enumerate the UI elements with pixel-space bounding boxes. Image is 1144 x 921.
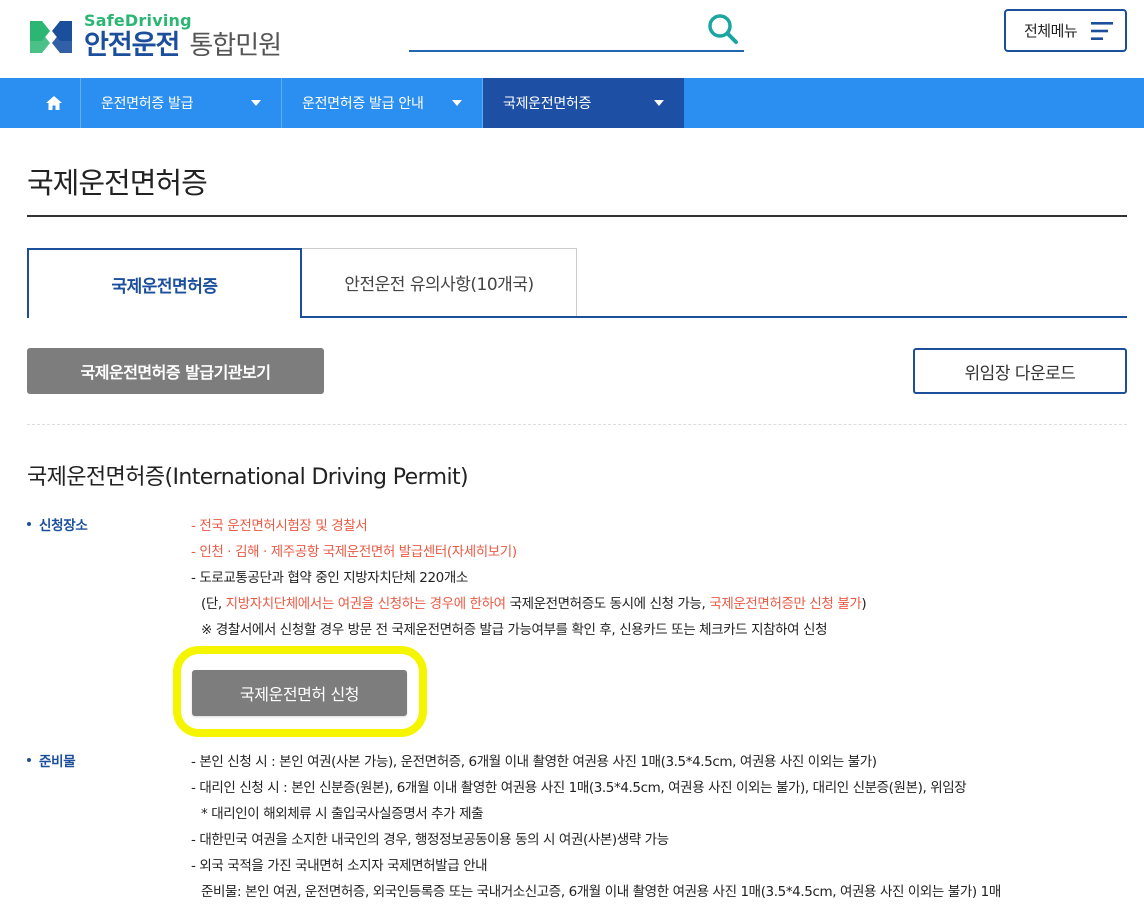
site-header: SafeDriving 안전운전 통합민원 전체메뉴 xyxy=(0,0,1144,78)
nav-item-label: 운전면허증 발급 xyxy=(101,96,194,112)
all-menu-label: 전체메뉴 xyxy=(1024,22,1078,40)
nav-home[interactable] xyxy=(27,78,81,128)
apply-line-2-link[interactable]: - 인천 · 김해 · 제주공항 국제운전면허 발급센터(자세히보기) xyxy=(191,540,517,560)
site-logo[interactable]: SafeDriving 안전운전 통합민원 xyxy=(26,8,282,64)
prep-line: * 대리인이 해외체류 시 출입국사실증명서 추가 제출 xyxy=(201,806,484,822)
search-input[interactable] xyxy=(409,18,699,48)
all-menu-button[interactable]: 전체메뉴 xyxy=(1004,9,1127,52)
apply-line-1: - 전국 운전면허시험장 및 경찰서 xyxy=(191,518,368,534)
nav-item-international-license[interactable]: 국제운전면허증 xyxy=(483,78,684,128)
caret-down-icon xyxy=(654,100,664,106)
apply-line-4: (단, 지방자치단체에서는 여권을 신청하는 경우에 한하여 국제운전면허증도 … xyxy=(201,596,867,612)
apply-place-label: 신청장소 xyxy=(27,514,88,534)
home-icon xyxy=(45,96,62,110)
apply-line-5-note: ※ 경찰서에서 신청할 경우 방문 전 국제운전면허증 발급 가능여부를 확인 … xyxy=(201,622,828,638)
title-divider xyxy=(27,215,1127,217)
bullet-icon xyxy=(27,758,31,762)
page-title: 국제운전면허증 xyxy=(27,166,208,200)
nav-item-license-guide[interactable]: 운전면허증 발급 안내 xyxy=(282,78,483,128)
logo-korean-text: 안전운전 xyxy=(84,30,180,61)
tab-safe-driving-notes[interactable]: 안전운전 유의사항(10개국) xyxy=(301,248,577,316)
prep-line: 준비물: 본인 여권, 운전면허증, 외국인등록증 또는 국내거소신고증, 6개… xyxy=(201,884,1001,900)
nav-item-label: 국제운전면허증 xyxy=(503,96,592,112)
prep-line: - 본인 신청 시 : 본인 여권(사본 가능), 운전면허증, 6개월 이내 … xyxy=(191,754,877,770)
search-icon[interactable] xyxy=(706,12,740,46)
power-of-attorney-download-button[interactable]: 위임장 다운로드 xyxy=(913,348,1127,394)
section-title: 국제운전면허증(International Driving Permit) xyxy=(27,465,469,490)
apply-line-3: - 도로교통공단과 협약 중인 지방자치단체 220개소 xyxy=(191,570,468,586)
caret-down-icon xyxy=(452,100,462,106)
hamburger-icon xyxy=(1091,22,1113,40)
prep-line: - 외국 국적을 가진 국내면허 소지자 국제면허발급 안내 xyxy=(191,858,488,874)
prep-line: - 대한민국 여권을 소지한 내국인의 경우, 행정정보공동이용 동의 시 여권… xyxy=(191,832,669,848)
logo-mark-icon xyxy=(30,21,72,53)
international-license-apply-button[interactable]: 국제운전면허 신청 xyxy=(192,670,407,716)
search-bar xyxy=(409,12,744,52)
tab-international-license[interactable]: 국제운전면허증 xyxy=(27,248,302,318)
main-nav: 운전면허증 발급 운전면허증 발급 안내 국제운전면허증 xyxy=(0,78,1144,128)
nav-item-license-issue[interactable]: 운전면허증 발급 xyxy=(81,78,282,128)
caret-down-icon xyxy=(251,100,261,106)
section-divider xyxy=(27,424,1127,425)
issuer-view-button[interactable]: 국제운전면허증 발급기관보기 xyxy=(27,348,324,394)
prep-line: - 대리인 신청 시 : 본인 신분증(원본), 6개월 이내 촬영한 여권용 … xyxy=(191,780,967,796)
logo-english-text: SafeDriving xyxy=(84,11,192,30)
nav-item-label: 운전면허증 발급 안내 xyxy=(302,96,424,112)
logo-subtitle: 통합민원 xyxy=(189,31,282,61)
bullet-icon xyxy=(27,522,31,526)
preparation-label: 준비물 xyxy=(27,750,76,770)
